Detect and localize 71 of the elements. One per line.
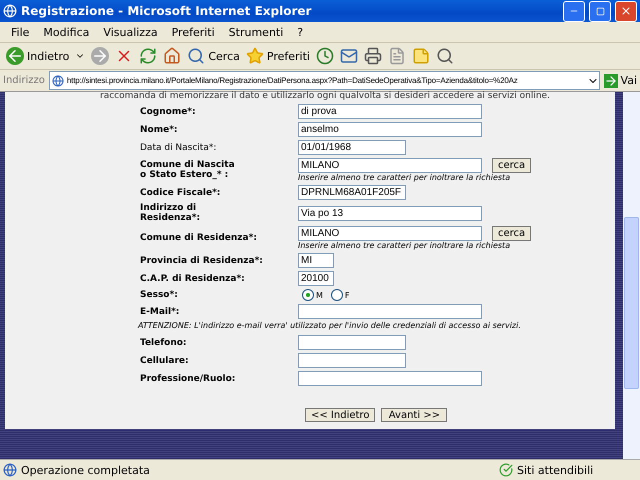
input-field[interactable]: 01/01/1968 bbox=[298, 140, 406, 155]
field-label: Cognome*: bbox=[140, 106, 197, 116]
field-label: Comune di Nascita o Stato Estero_* : bbox=[140, 160, 236, 180]
menu-item[interactable]: File bbox=[4, 26, 36, 38]
check-icon bbox=[499, 463, 513, 477]
input-field[interactable] bbox=[298, 304, 482, 319]
radio-button[interactable] bbox=[302, 289, 314, 301]
input-field[interactable]: di prova bbox=[298, 104, 482, 119]
hint-text: Inserire almeno tre caratteri per inoltrare la richiesta bbox=[298, 241, 512, 250]
window-title: Registrazione - Microsoft Internet Explorer bbox=[21, 4, 312, 18]
field-label: E-Mail*: bbox=[140, 306, 180, 316]
favorites-button[interactable]: Preferiti bbox=[246, 47, 310, 65]
radio-label: M bbox=[316, 290, 323, 300]
close-button[interactable] bbox=[615, 0, 637, 22]
field-label: Nome*: bbox=[140, 124, 179, 134]
radio-label: F bbox=[344, 290, 350, 300]
scrollbar[interactable] bbox=[623, 92, 640, 459]
star-icon bbox=[246, 47, 264, 65]
field-label: Comune di Residenza*: bbox=[140, 233, 258, 243]
input-field[interactable]: Via po 13 bbox=[298, 206, 482, 220]
field-label: Data di Nascita*: bbox=[140, 142, 218, 152]
address-label: Indirizzo bbox=[3, 75, 45, 86]
input-field[interactable]: DPRNLM68A01F205F bbox=[298, 185, 406, 200]
input-field[interactable] bbox=[298, 335, 406, 350]
zone-text: Siti attendibili bbox=[517, 464, 594, 476]
address-field[interactable]: http://sintesi.provincia.milano.it/PortaleMilano/Registrazione/DatiPersona.aspx?Path=DatiSedeOperativa&Tipo=Azienda&titolo=%20Az bbox=[48, 71, 600, 90]
minimize-button[interactable] bbox=[563, 0, 585, 22]
menu-item[interactable]: Visualizza bbox=[96, 26, 165, 38]
field-label: Provincia di Residenza*: bbox=[140, 256, 264, 266]
field-label: Telefono: bbox=[140, 338, 188, 348]
input-field[interactable] bbox=[298, 353, 406, 368]
field-label: Sesso*: bbox=[140, 290, 179, 300]
mail-icon[interactable] bbox=[340, 47, 358, 65]
input-field[interactable]: 20100 bbox=[298, 271, 334, 286]
field-label: Indirizzo di Residenza*: bbox=[140, 203, 202, 223]
input-field[interactable]: MI bbox=[298, 253, 334, 268]
menu-item[interactable]: Modifica bbox=[36, 26, 96, 38]
field-label: Cellulare: bbox=[140, 356, 190, 366]
print-icon[interactable] bbox=[364, 47, 382, 65]
maximize-icon bbox=[596, 6, 604, 16]
home-icon[interactable] bbox=[163, 47, 182, 65]
status-text: Operazione completata bbox=[21, 464, 151, 476]
next-button[interactable]: Avanti >> bbox=[381, 408, 448, 422]
search-button[interactable]: Cerca bbox=[187, 47, 240, 65]
menu-item[interactable]: Preferiti bbox=[164, 26, 222, 38]
forward-icon[interactable] bbox=[91, 47, 110, 65]
radio-button[interactable] bbox=[330, 289, 343, 301]
field-label: Codice Fiscale*: bbox=[140, 188, 222, 198]
go-button[interactable]: Vai bbox=[604, 74, 637, 88]
field-label: C.A.P. di Residenza*: bbox=[140, 274, 246, 284]
close-icon bbox=[620, 5, 632, 17]
maximize-button[interactable] bbox=[589, 0, 611, 22]
menu-item[interactable]: ? bbox=[290, 26, 310, 38]
input-field[interactable]: MILANO bbox=[298, 158, 482, 173]
search-icon bbox=[187, 47, 206, 65]
refresh-icon[interactable] bbox=[139, 47, 158, 65]
field-label: Professione/Ruolo: bbox=[140, 374, 236, 384]
hint-text: Inserire almeno tre caratteri per inoltrare la richiesta bbox=[298, 173, 512, 182]
history-icon[interactable] bbox=[316, 47, 334, 65]
input-field[interactable] bbox=[298, 371, 482, 386]
warning-note: ATTENZIONE: L'indirizzo e-mail verra' utilizzato per l'invio delle credenziali di accesso ai servizi. bbox=[138, 321, 521, 330]
globe-icon bbox=[52, 74, 64, 86]
back-button[interactable]: << Indietro bbox=[305, 408, 376, 422]
menu-item[interactable]: Strumenti bbox=[222, 26, 290, 38]
intro-text: raccomanda di memorizzare il dato e utilizzarlo ogni qualvolta si desideri accedere ai servizi online. bbox=[100, 92, 550, 101]
input-field[interactable]: anselmo bbox=[298, 122, 482, 137]
search-button[interactable]: cerca bbox=[492, 158, 532, 173]
search-button[interactable]: cerca bbox=[492, 226, 532, 241]
input-field[interactable]: MILANO bbox=[298, 226, 482, 241]
page-icon bbox=[3, 463, 17, 477]
back-button[interactable]: Indietro bbox=[6, 47, 70, 65]
